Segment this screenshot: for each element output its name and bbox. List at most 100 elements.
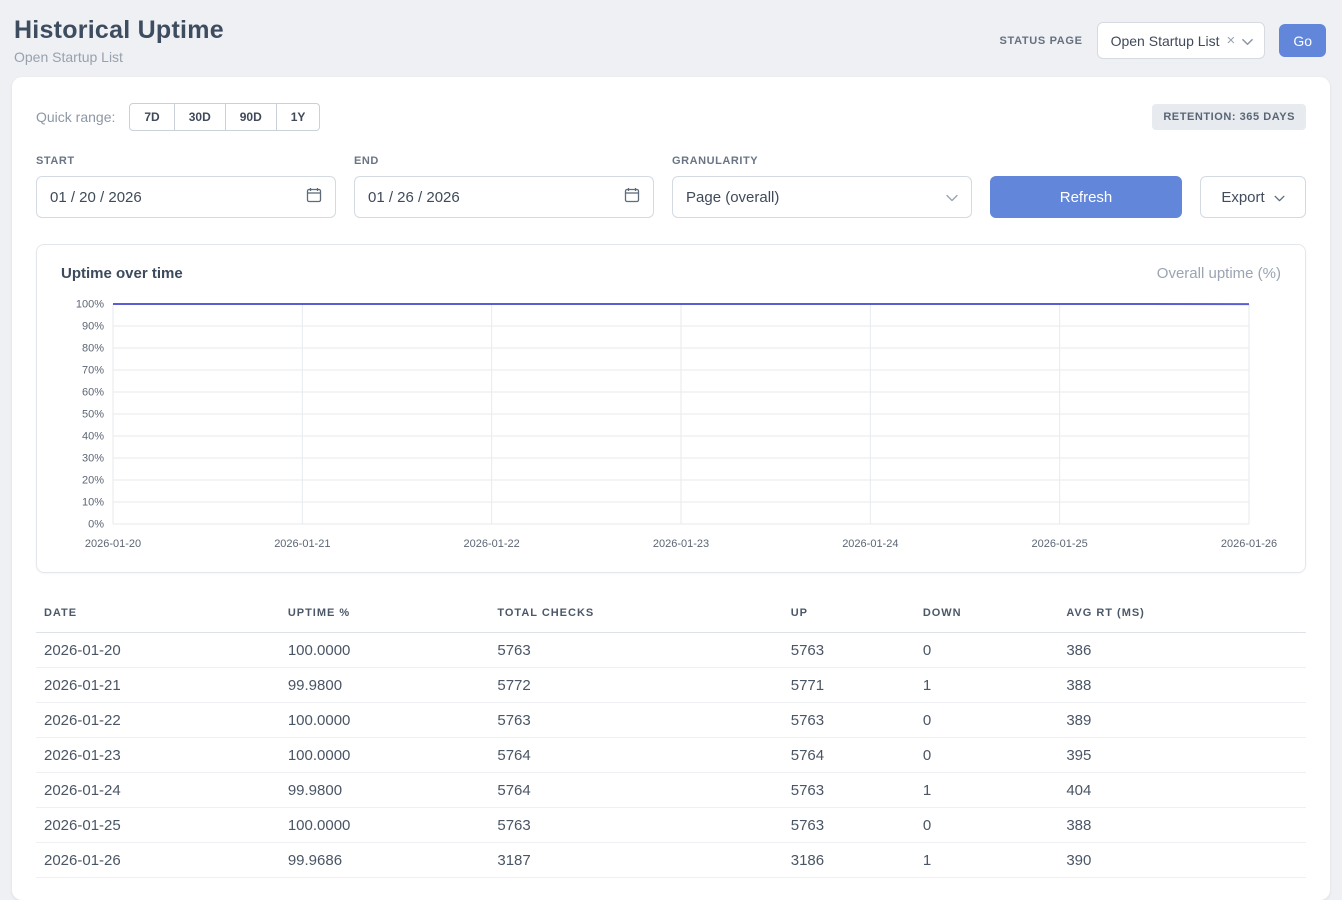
table-cell: 100.0000 [280,808,490,843]
table-cell: 0 [915,703,1059,738]
table-cell: 395 [1058,738,1306,773]
table-cell: 389 [1058,703,1306,738]
column-header-up: UP [783,599,915,633]
quick-range-7d-button[interactable]: 7D [129,103,174,131]
table-cell: 5763 [783,633,915,668]
table-cell: 99.9800 [280,668,490,703]
start-date-label: START [36,155,336,167]
table-cell: 99.9686 [280,843,490,878]
column-header-date: DATE [36,599,280,633]
svg-text:60%: 60% [82,387,104,399]
table-cell: 2026-01-22 [36,703,280,738]
svg-text:90%: 90% [82,321,104,333]
svg-text:10%: 10% [82,497,104,509]
main-card: Quick range: 7D 30D 90D 1Y RETENTION: 36… [12,77,1330,900]
calendar-icon[interactable] [624,187,640,207]
svg-text:2026-01-21: 2026-01-21 [274,538,330,550]
chevron-down-icon [946,189,958,206]
table-cell: 100.0000 [280,633,490,668]
svg-text:100%: 100% [76,299,104,311]
page: Historical Uptime Open Startup List STAT… [0,0,1342,884]
start-date-value: 01 / 20 / 2026 [50,189,142,206]
end-date-input[interactable]: 01 / 26 / 2026 [354,176,654,218]
quick-range-30d-button[interactable]: 30D [175,103,226,131]
page-title: Historical Uptime [14,16,224,45]
column-header-total-checks: TOTAL CHECKS [489,599,782,633]
table-row: 2026-01-2499.9800576457631404 [36,773,1306,808]
retention-badge: RETENTION: 365 DAYS [1152,104,1306,130]
start-date-input[interactable]: 01 / 20 / 2026 [36,176,336,218]
go-button[interactable]: Go [1279,24,1326,57]
svg-text:0%: 0% [88,519,104,531]
calendar-icon[interactable] [306,187,322,207]
chart-title: Uptime over time [61,265,183,282]
close-icon[interactable]: × [1227,33,1236,48]
uptime-table-body: 2026-01-20100.00005763576303862026-01-21… [36,633,1306,878]
filter-form-row: START 01 / 20 / 2026 END [36,155,1306,218]
chevron-down-icon [1274,189,1285,206]
table-cell: 100.0000 [280,703,490,738]
refresh-button[interactable]: Refresh [990,176,1182,218]
granularity-selected-value: Page (overall) [686,189,779,206]
chart-legend: Overall uptime (%) [1157,265,1281,282]
table-row: 2026-01-20100.0000576357630386 [36,633,1306,668]
quick-range-segmented: 7D 30D 90D 1Y [129,103,320,131]
export-button[interactable]: Export [1200,176,1306,218]
svg-text:2026-01-26: 2026-01-26 [1221,538,1277,550]
svg-text:20%: 20% [82,475,104,487]
table-header-row: DATE UPTIME % TOTAL CHECKS UP DOWN AVG R… [36,599,1306,633]
table-cell: 2026-01-20 [36,633,280,668]
table-cell: 404 [1058,773,1306,808]
svg-text:2026-01-23: 2026-01-23 [653,538,709,550]
table-cell: 0 [915,738,1059,773]
table-cell: 0 [915,633,1059,668]
chart-header: Uptime over time Overall uptime (%) [57,265,1285,282]
table-cell: 5764 [489,773,782,808]
uptime-table: DATE UPTIME % TOTAL CHECKS UP DOWN AVG R… [36,599,1306,878]
granularity-field: GRANULARITY Page (overall) [672,155,972,218]
chevron-down-icon [1242,33,1253,49]
uptime-table-head: DATE UPTIME % TOTAL CHECKS UP DOWN AVG R… [36,599,1306,633]
uptime-chart-card: Uptime over time Overall uptime (%) 0% 10… [36,244,1306,573]
quick-range-90d-button[interactable]: 90D [226,103,277,131]
quick-range-1y-button[interactable]: 1Y [277,103,321,131]
table-row: 2026-01-23100.0000576457640395 [36,738,1306,773]
table-cell: 5763 [489,703,782,738]
table-cell: 100.0000 [280,738,490,773]
granularity-select[interactable]: Page (overall) [672,176,972,218]
page-subtitle: Open Startup List [14,49,224,65]
table-cell: 388 [1058,668,1306,703]
status-page-select[interactable]: Open Startup List × [1097,22,1266,59]
svg-text:70%: 70% [82,365,104,377]
quick-range-row: Quick range: 7D 30D 90D 1Y RETENTION: 36… [36,103,1306,131]
quick-range-group: Quick range: 7D 30D 90D 1Y [36,103,320,131]
svg-text:40%: 40% [82,431,104,443]
granularity-label: GRANULARITY [672,155,972,167]
table-cell: 0 [915,808,1059,843]
table-cell: 2026-01-21 [36,668,280,703]
header-controls: STATUS PAGE Open Startup List × Go [1000,22,1326,59]
table-cell: 99.9800 [280,773,490,808]
svg-text:2026-01-22: 2026-01-22 [464,538,520,550]
svg-text:2026-01-25: 2026-01-25 [1032,538,1088,550]
table-row: 2026-01-2699.9686318731861390 [36,843,1306,878]
table-cell: 1 [915,773,1059,808]
table-cell: 3186 [783,843,915,878]
table-cell: 5764 [489,738,782,773]
start-date-field: START 01 / 20 / 2026 [36,155,336,218]
svg-text:2026-01-24: 2026-01-24 [842,538,898,550]
table-cell: 5763 [783,773,915,808]
table-row: 2026-01-2199.9800577257711388 [36,668,1306,703]
table-cell: 2026-01-26 [36,843,280,878]
end-date-value: 01 / 26 / 2026 [368,189,460,206]
column-header-avg-rt: AVG RT (MS) [1058,599,1306,633]
table-cell: 386 [1058,633,1306,668]
status-page-label: STATUS PAGE [1000,35,1083,47]
header-titles: Historical Uptime Open Startup List [14,16,224,65]
table-row: 2026-01-22100.0000576357630389 [36,703,1306,738]
table-cell: 390 [1058,843,1306,878]
table-cell: 5772 [489,668,782,703]
table-cell: 5763 [783,808,915,843]
svg-text:50%: 50% [82,409,104,421]
uptime-chart: 0%10%20%30%40%50%60%70%80%90%100%2026-01… [57,296,1285,560]
